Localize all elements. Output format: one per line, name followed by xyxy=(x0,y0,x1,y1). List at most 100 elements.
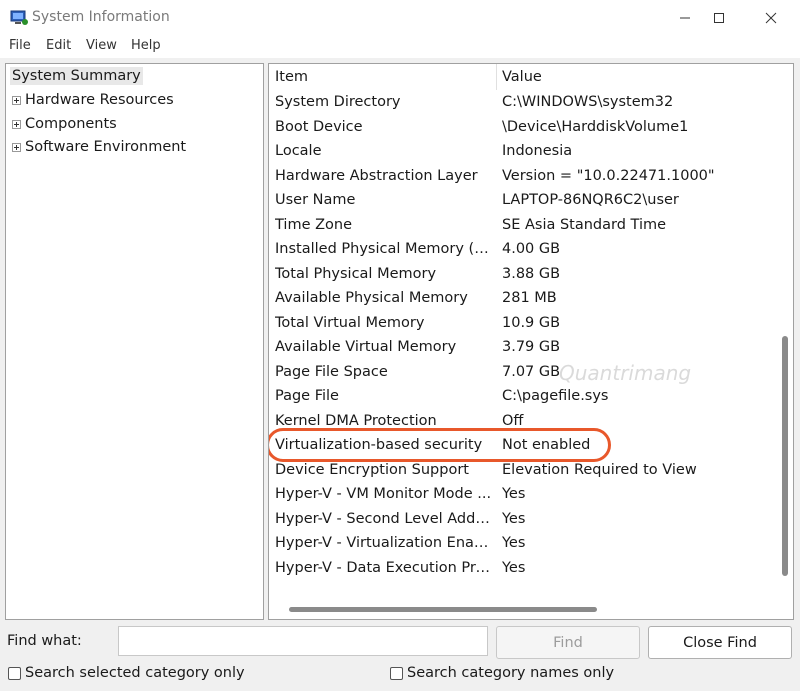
row-value: 3.88 GB xyxy=(502,265,561,282)
row-value: 10.9 GB xyxy=(502,314,561,331)
expand-icon[interactable] xyxy=(12,119,21,129)
row-value: Version = "10.0.22471.1000" xyxy=(502,167,715,184)
table-row[interactable]: Total Physical Memory 3.88 GB xyxy=(269,264,775,289)
row-item: Hyper-V - VM Monitor Mode ... xyxy=(275,486,492,502)
table-row[interactable]: Hyper-V - VM Monitor Mode ... Yes xyxy=(269,484,775,509)
row-value: Not enabled xyxy=(502,437,591,453)
row-item: Total Virtual Memory xyxy=(275,314,425,331)
row-item: System Directory xyxy=(275,94,401,110)
row-item: Available Physical Memory xyxy=(275,290,468,306)
minimize-icon xyxy=(680,17,690,19)
find-what-input[interactable] xyxy=(118,626,488,656)
menu-help[interactable]: Help xyxy=(131,38,161,53)
close-find-button[interactable]: Close Find xyxy=(648,626,792,659)
table-row[interactable]: System Directory C:\WINDOWS\system32 xyxy=(269,92,775,117)
row-item: Boot Device xyxy=(275,118,363,135)
table-row[interactable]: Hardware Abstraction Layer Version = "10.… xyxy=(269,166,775,191)
row-item: Page File xyxy=(275,388,339,404)
table-row[interactable]: Installed Physical Memory (RA... 4.00 GB xyxy=(269,239,775,264)
tree-item-label: Software Environment xyxy=(25,139,187,155)
details-list[interactable]: Item Value Quantrimang System Directory C… xyxy=(268,63,794,620)
row-item: Virtualization-based security xyxy=(275,437,483,453)
row-item: Hyper-V - Data Execution Pro... xyxy=(275,559,495,576)
tree-item-label: Components xyxy=(25,116,117,132)
row-value: Yes xyxy=(502,486,526,502)
search-selected-category-option[interactable]: Search selected category only xyxy=(8,665,245,681)
row-value: Yes xyxy=(502,510,526,527)
search-selected-category-label: Search selected category only xyxy=(25,665,245,681)
row-value: Yes xyxy=(502,559,526,576)
row-item: Device Encryption Support xyxy=(275,461,469,478)
table-row[interactable]: Hyper-V - Second Level Addre... Yes xyxy=(269,509,775,534)
row-item: Hyper-V - Second Level Addre... xyxy=(275,510,495,527)
expand-icon[interactable] xyxy=(12,95,21,105)
title-bar: System Information xyxy=(0,0,800,36)
row-item: Hyper-V - Virtualization Enabl... xyxy=(275,535,495,551)
menu-bar: File Edit View Help xyxy=(0,36,800,58)
row-value: 281 MB xyxy=(502,290,557,306)
find-what-label: Find what: xyxy=(7,633,82,649)
menu-file[interactable]: File xyxy=(9,38,31,53)
menu-view[interactable]: View xyxy=(86,38,117,53)
row-value: 3.79 GB xyxy=(502,339,561,355)
search-selected-category-checkbox[interactable] xyxy=(8,666,21,680)
tree-item-system-summary[interactable]: System Summary xyxy=(10,67,143,85)
row-value: Indonesia xyxy=(502,143,573,159)
row-item: Locale xyxy=(275,143,322,159)
row-item: Page File Space xyxy=(275,363,388,380)
table-row[interactable]: Available Virtual Memory 3.79 GB xyxy=(269,337,775,362)
row-value: 7.07 GB xyxy=(502,363,561,380)
row-value: Off xyxy=(502,412,524,429)
tree-item-components[interactable]: Components xyxy=(12,116,117,132)
menu-edit[interactable]: Edit xyxy=(46,38,71,53)
search-category-names-label: Search category names only xyxy=(407,665,615,681)
table-row[interactable]: Total Virtual Memory 10.9 GB xyxy=(269,313,775,338)
table-row[interactable]: Device Encryption Support Elevation Requi… xyxy=(269,460,775,485)
search-category-names-option[interactable]: Search category names only xyxy=(390,665,614,681)
row-item: Total Physical Memory xyxy=(275,265,437,282)
row-value: Yes xyxy=(502,535,526,551)
table-row[interactable]: Hyper-V - Virtualization Enabl... Yes xyxy=(269,533,775,558)
row-item: Hardware Abstraction Layer xyxy=(275,167,478,184)
row-item: User Name xyxy=(275,192,356,208)
column-divider[interactable] xyxy=(496,64,497,90)
horizontal-scrollbar[interactable] xyxy=(289,607,597,612)
row-value: SE Asia Standard Time xyxy=(502,216,667,233)
table-row[interactable]: Hyper-V - Data Execution Pro... Yes xyxy=(269,558,775,583)
row-item: Time Zone xyxy=(275,216,353,233)
expand-icon[interactable] xyxy=(12,142,21,152)
column-header-value[interactable]: Value xyxy=(502,69,542,85)
row-item: Installed Physical Memory (RA... xyxy=(275,241,495,257)
close-icon xyxy=(765,12,777,24)
column-header-item[interactable]: Item xyxy=(275,69,308,85)
row-value: LAPTOP-86NQR6C2\user xyxy=(502,192,679,208)
row-value: C:\WINDOWS\system32 xyxy=(502,94,674,110)
system-information-app-icon xyxy=(10,10,28,25)
table-row[interactable]: Kernel DMA Protection Off xyxy=(269,411,775,436)
table-row[interactable]: Boot Device \Device\HarddiskVolume1 xyxy=(269,117,775,142)
row-value: 4.00 GB xyxy=(502,241,561,257)
table-row[interactable]: Time Zone SE Asia Standard Time xyxy=(269,215,775,240)
table-row[interactable]: Virtualization-based security Not enabled xyxy=(269,435,775,460)
table-row[interactable]: Locale Indonesia xyxy=(269,141,775,166)
row-value: C:\pagefile.sys xyxy=(502,388,609,404)
close-window-button[interactable] xyxy=(748,0,794,36)
tree-item-software-environment[interactable]: Software Environment xyxy=(12,139,186,155)
row-value: \Device\HarddiskVolume1 xyxy=(502,118,689,135)
table-row[interactable]: Available Physical Memory 281 MB xyxy=(269,288,775,313)
tree-item-label: Hardware Resources xyxy=(25,92,174,108)
vertical-scrollbar[interactable] xyxy=(782,336,788,576)
find-button[interactable]: Find xyxy=(496,626,640,659)
maximize-button[interactable] xyxy=(696,0,742,36)
table-row[interactable]: Page File C:\pagefile.sys xyxy=(269,386,775,411)
table-row[interactable]: User Name LAPTOP-86NQR6C2\user xyxy=(269,190,775,215)
search-category-names-checkbox[interactable] xyxy=(390,666,403,680)
table-row[interactable]: Page File Space 7.07 GB xyxy=(269,362,775,387)
maximize-icon xyxy=(714,13,724,23)
row-value: Elevation Required to View xyxy=(502,461,697,478)
window-title: System Information xyxy=(32,9,170,25)
row-item: Kernel DMA Protection xyxy=(275,412,437,429)
category-tree[interactable]: System Summary Hardware Resources Compon… xyxy=(5,63,264,620)
tree-item-hardware-resources[interactable]: Hardware Resources xyxy=(12,92,174,108)
table-body: System Directory C:\WINDOWS\system32 Boot … xyxy=(269,92,775,582)
